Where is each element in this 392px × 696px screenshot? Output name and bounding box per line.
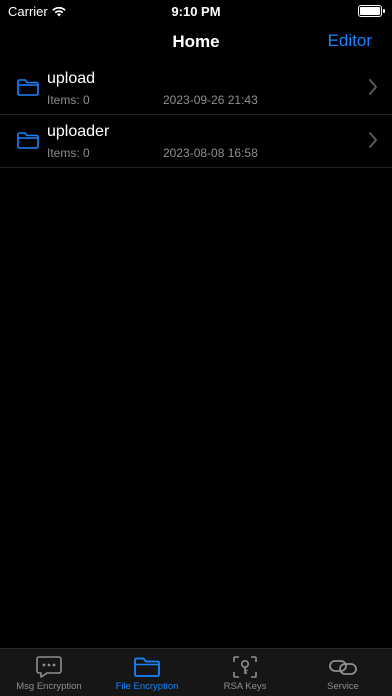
link-icon [329,660,357,675]
file-list: upload Items: 0 2023-09-26 21:43 uploade… [0,62,392,168]
tab-file-encryption[interactable]: File Encryption [98,649,196,696]
list-item[interactable]: uploader Items: 0 2023-08-08 16:58 [0,115,392,168]
status-bar: Carrier 9:10 PM [0,0,392,22]
tab-rsa-keys[interactable]: RSA Keys [196,649,294,696]
folder-icon [17,79,39,96]
chevron-right-icon [369,79,377,95]
tab-msg-encryption[interactable]: Msg Encryption [0,649,98,696]
tab-bar: Msg Encryption File Encryption RSA Keys … [0,648,392,696]
list-item[interactable]: upload Items: 0 2023-09-26 21:43 [0,62,392,115]
status-time: 9:10 PM [171,4,221,19]
editor-button[interactable]: Editor [328,31,372,51]
key-icon [233,656,257,678]
tab-label: Msg Encryption [16,681,82,692]
tab-label: Service [327,681,359,692]
file-date: 2023-08-08 16:58 [163,146,258,160]
folder-icon [134,657,160,677]
tab-service[interactable]: Service [294,649,392,696]
battery-level [360,7,380,15]
chevron-right-icon [369,132,377,148]
battery-icon [358,5,385,17]
message-icon [36,656,62,678]
tab-label: RSA Keys [223,681,267,692]
file-item-count: Items: 0 [47,146,90,160]
file-name: upload [47,70,96,87]
file-name: uploader [47,123,110,140]
file-date: 2023-09-26 21:43 [163,93,258,107]
folder-icon [17,132,39,149]
file-item-count: Items: 0 [47,93,90,107]
tab-label: File Encryption [115,681,179,692]
navigation-bar: Home Editor [0,22,392,62]
